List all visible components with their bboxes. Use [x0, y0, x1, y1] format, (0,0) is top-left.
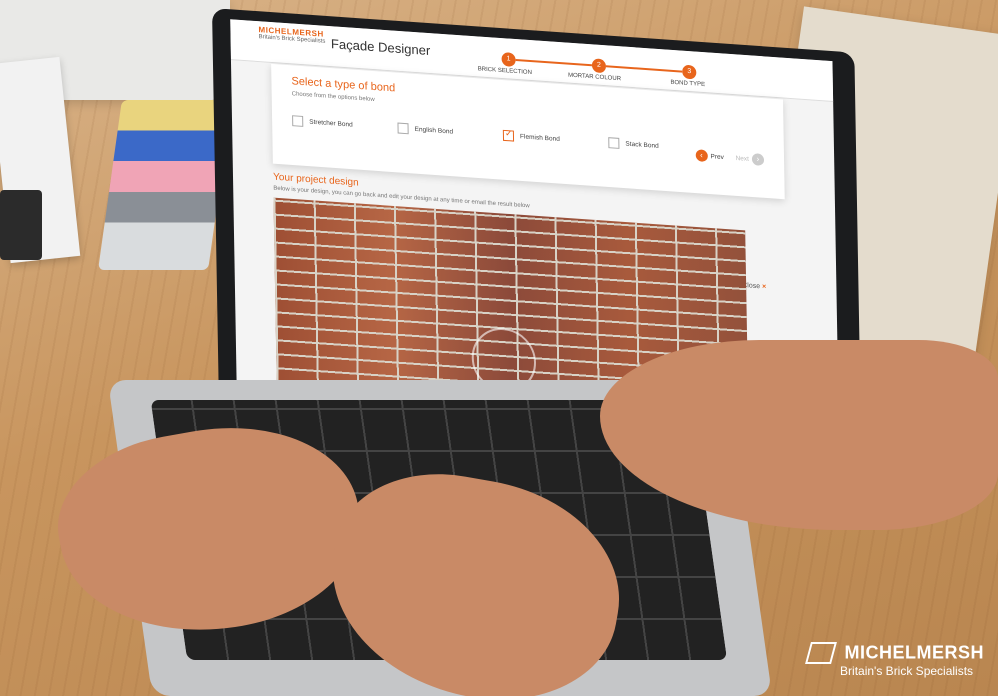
brand-tagline: Britain's Brick Specialists — [840, 664, 974, 678]
step-1-label: BRICK SELECTION — [477, 66, 532, 77]
step-3-label: BOND TYPE — [670, 79, 706, 89]
step-2[interactable]: 2 — [591, 58, 607, 74]
step-2-label: MORTAR COLOUR — [567, 72, 622, 83]
photo-scene: MICHELMERSH Britain's Brick Specialists … — [0, 0, 998, 696]
prev-button[interactable]: ‹ Prev — [695, 149, 724, 163]
option-label: Stretcher Bond — [309, 118, 353, 129]
option-label: Flemish Bond — [519, 133, 560, 143]
close-icon: × — [762, 283, 767, 291]
prev-label: Prev — [710, 153, 724, 162]
bond-panel-subtitle: Choose from the options below — [291, 91, 375, 104]
app-title: Façade Designer — [330, 36, 431, 59]
option-english-bond[interactable]: English Bond — [397, 122, 454, 138]
next-button[interactable]: Next › — [735, 152, 765, 166]
phone — [0, 190, 42, 260]
option-stack-bond[interactable]: Stack Bond — [608, 137, 659, 151]
checkbox[interactable] — [608, 137, 620, 149]
step-connector — [605, 65, 683, 73]
checkbox[interactable] — [397, 122, 409, 135]
chevron-right-icon: › — [751, 153, 765, 166]
brand-logo: MICHELMERSH Britain's Brick Specialists — [805, 642, 984, 678]
option-label: Stack Bond — [625, 140, 659, 150]
step-1[interactable]: 1 — [501, 52, 516, 67]
brand-logo-icon — [805, 642, 837, 664]
step-3[interactable]: 3 — [682, 64, 697, 80]
chevron-left-icon: ‹ — [695, 149, 708, 163]
next-label: Next — [735, 154, 750, 163]
option-stretcher-bond[interactable]: Stretcher Bond — [292, 115, 353, 130]
option-label: English Bond — [414, 125, 454, 136]
step-connector — [515, 58, 592, 67]
option-flemish-bond[interactable]: Flemish Bond — [502, 129, 560, 145]
checkbox[interactable] — [292, 115, 304, 127]
brand-name: MICHELMERSH — [844, 642, 984, 663]
checkbox-checked[interactable] — [502, 129, 515, 142]
